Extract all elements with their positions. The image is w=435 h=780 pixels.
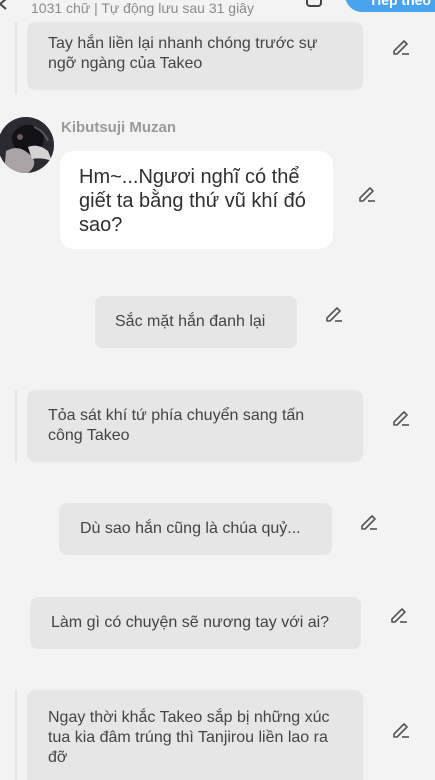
narration-text: Tay hắn liền lại nhanh chóng trước sự ng…	[48, 35, 318, 72]
narration-text: Tỏa sát khí tứ phía chuyển sang tấn công…	[48, 407, 305, 444]
edit-pencil-icon[interactable]	[391, 719, 411, 739]
edit-pencil-icon[interactable]	[391, 407, 411, 427]
narration-bubble[interactable]: Tay hắn liền lại nhanh chóng trước sự ng…	[27, 22, 363, 90]
narration-text: Làm gì có chuyện sẽ nương tay với ai?	[51, 614, 330, 631]
back-arrow-icon[interactable]	[0, 0, 10, 12]
narration-text: Dù sao hắn cũng là chúa quỷ...	[80, 520, 301, 537]
edit-pencil-icon[interactable]	[324, 303, 344, 323]
narration-bubble[interactable]: Dù sao hắn cũng là chúa quỷ...	[59, 503, 332, 555]
thread-line	[15, 22, 17, 94]
thread-line	[15, 390, 17, 462]
character-dialogue-bubble[interactable]: Hm~...Ngươi nghĩ có thể giết ta bằng thứ…	[60, 151, 333, 249]
edit-pencil-icon[interactable]	[391, 36, 411, 56]
edit-pencil-icon[interactable]	[359, 511, 379, 531]
next-button[interactable]: Tiếp theo	[345, 0, 435, 12]
thread-line	[15, 690, 17, 780]
dialogue-text: Hm~...Ngươi nghĩ có thể giết ta bằng thứ…	[79, 166, 306, 236]
narration-bubble[interactable]: Ngay thời khắc Takeo sắp bị những xúc tu…	[27, 690, 363, 780]
edit-pencil-icon[interactable]	[389, 604, 409, 624]
top-bar: 1031 chữ | Tự động lưu sau 31 giây Tiếp …	[0, 0, 435, 22]
autosave-status: 1031 chữ | Tự động lưu sau 31 giây	[31, 0, 254, 16]
square-icon[interactable]	[305, 0, 323, 8]
edit-pencil-icon[interactable]	[357, 183, 377, 203]
narration-text: Sắc mặt hắn đanh lại	[115, 313, 266, 330]
narration-bubble[interactable]: Tỏa sát khí tứ phía chuyển sang tấn công…	[27, 390, 363, 462]
character-avatar[interactable]	[0, 117, 54, 173]
narration-bubble[interactable]: Làm gì có chuyện sẽ nương tay với ai?	[30, 597, 361, 649]
narration-bubble[interactable]: Sắc mặt hắn đanh lại	[95, 296, 297, 348]
narration-text: Ngay thời khắc Takeo sắp bị những xúc tu…	[48, 709, 330, 766]
character-name: Kibutsuji Muzan	[61, 119, 176, 136]
